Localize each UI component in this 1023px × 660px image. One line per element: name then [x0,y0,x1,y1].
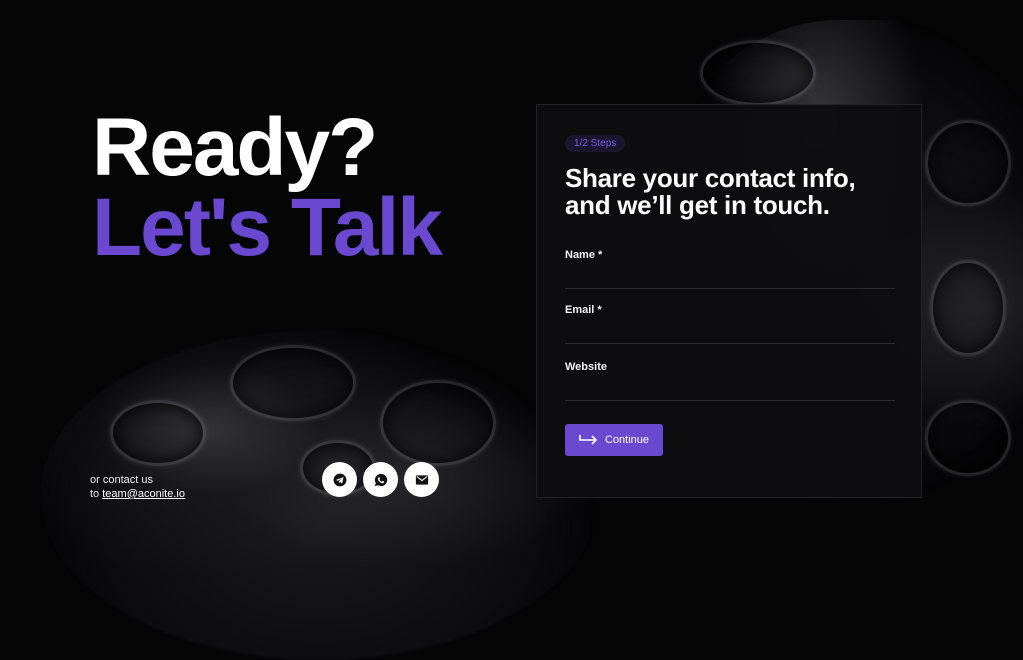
email-field-group: Email * [565,304,895,344]
contact-to: to [90,488,103,500]
name-input[interactable] [565,267,895,289]
email-input[interactable] [565,322,895,344]
name-field-group: Name * [565,249,895,289]
contact-note: or contact us to team@aconite.io [90,473,185,501]
hero-line-1: Ready? [92,102,378,193]
telegram-icon [333,473,346,486]
social-links [322,462,439,497]
sphere-hole [925,120,1011,206]
continue-label: Continue [604,434,650,446]
sphere-hole [380,380,496,466]
website-field-group: Website [565,361,895,401]
contact-prefix: or contact us [90,474,153,486]
mail-icon [415,474,428,485]
sphere-hole [700,40,816,106]
sphere-hole [110,400,206,466]
hero-line-2: Let's Talk [92,182,443,273]
whatsapp-icon [374,473,387,486]
website-input[interactable] [565,379,895,401]
contact-form-card: 1/2 Steps Share your contact info, and w… [536,104,922,498]
sphere-hole [925,400,1011,476]
website-label: Website [565,361,607,373]
hero-headline: Ready? Let's Talk [92,102,443,273]
arrow-return-icon [579,435,598,445]
email-label: Email * [565,304,602,316]
steps-badge: 1/2 Steps [565,135,626,152]
continue-button[interactable]: Continue [565,424,663,456]
name-label: Name * [565,249,603,261]
telegram-button[interactable] [322,462,357,497]
contact-email-link[interactable]: team@aconite.io [102,488,185,500]
form-title: Share your contact info, and we’ll get i… [565,163,856,220]
sphere-hole [930,260,1006,356]
sphere-hole [230,345,356,421]
email-button[interactable] [404,462,439,497]
whatsapp-button[interactable] [363,462,398,497]
